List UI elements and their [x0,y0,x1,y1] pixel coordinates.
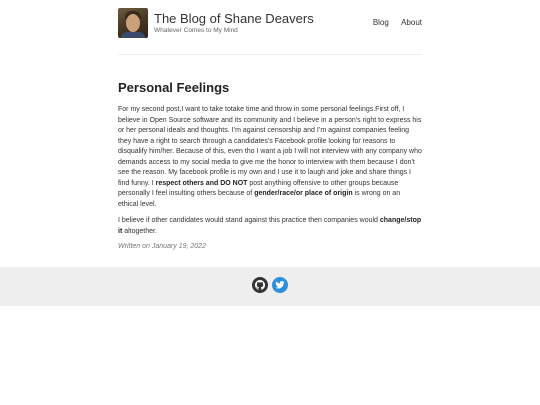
nav-item-blog[interactable]: Blog [373,18,389,27]
post-text: For my second post,I want to take totake… [118,106,422,187]
avatar-face [126,14,140,32]
post-text: altogether. [122,227,157,235]
github-icon[interactable] [252,277,268,293]
post-body: For my second post,I want to take totake… [118,105,422,237]
avatar[interactable] [118,8,148,38]
site-tagline: Whatever Comes to My Mind [154,27,238,34]
post-paragraph: I believe if other candidates would stan… [118,216,422,237]
post-text: I believe if other candidates would stan… [118,217,380,224]
site-footer [0,267,540,306]
site-title[interactable]: The Blog of Shane Deavers [154,11,314,26]
github-logo [255,280,265,290]
twitter-bird [275,281,285,289]
site-header: The Blog of Shane Deavers Whatever Comes… [118,0,422,55]
post-title: Personal Feelings [118,80,230,95]
post-bold-text: gender/race/or place of origin [254,190,353,197]
post: Personal Feelings For my second post,I w… [118,55,422,250]
twitter-icon[interactable] [272,277,288,293]
post-paragraph: For my second post,I want to take totake… [118,105,422,210]
post-bold-text: respect others and DO NOT [155,179,248,187]
site-nav: Blog About [363,18,422,27]
nav-item-about[interactable]: About [401,18,422,27]
avatar-shirt [121,32,145,38]
post-date: Written on January 19, 2022 [118,243,206,250]
